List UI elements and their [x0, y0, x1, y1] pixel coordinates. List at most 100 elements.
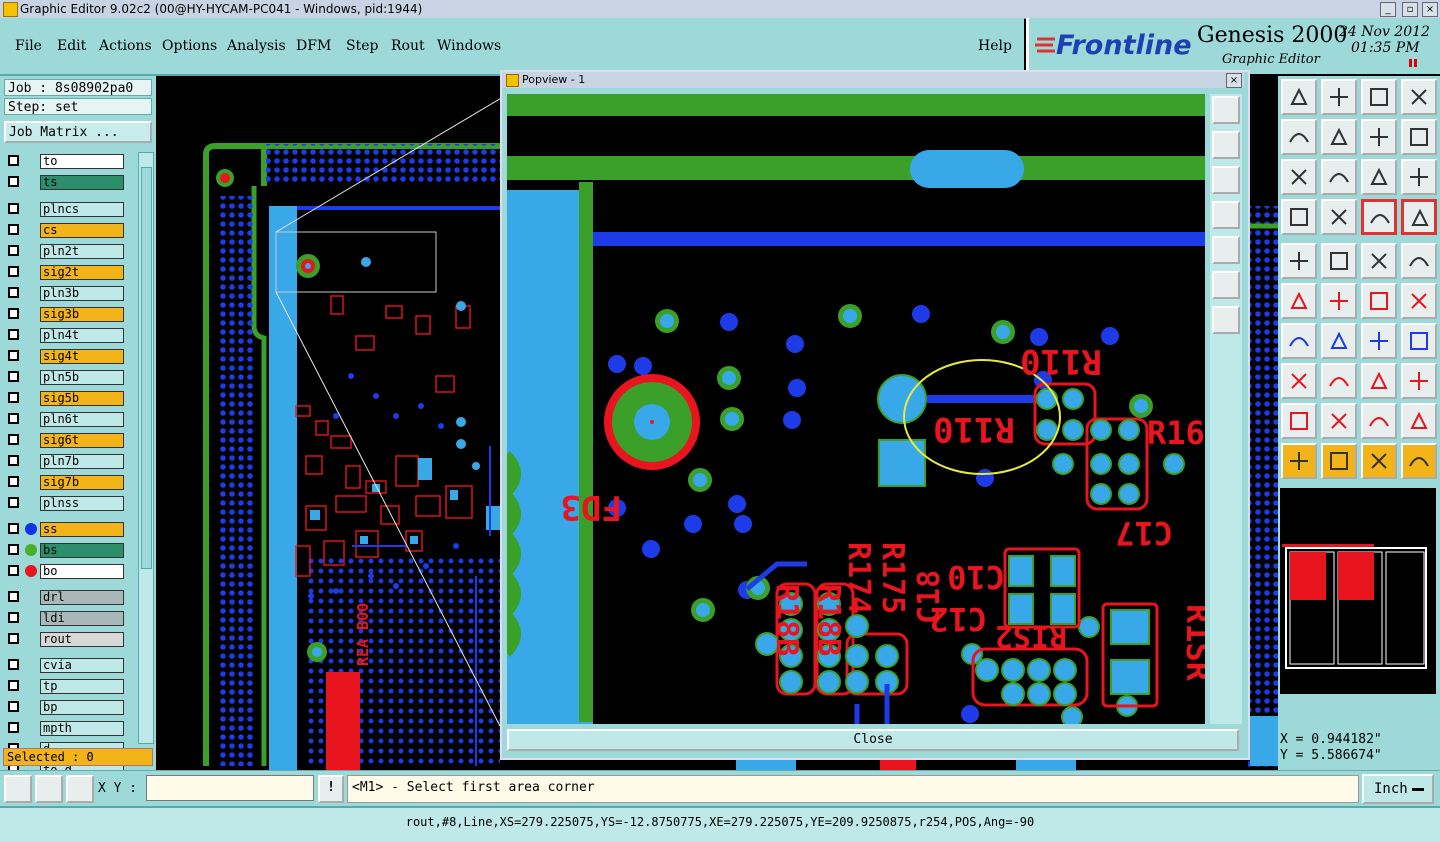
pcb-zoom-view[interactable]: FD3 R110 R110 C17 C10 C12 R18B R18B C18 …: [507, 94, 1205, 724]
layer-row[interactable]: cvia: [8, 658, 124, 673]
popview-pan-right-icon[interactable]: [1212, 236, 1240, 264]
layer-red-1-icon[interactable]: [1361, 199, 1397, 235]
layer-row[interactable]: to: [8, 154, 124, 169]
zoom-home-icon[interactable]: [1281, 79, 1317, 115]
zoom-previous-icon[interactable]: [1321, 79, 1357, 115]
layer-row[interactable]: pln5b: [8, 370, 124, 385]
angle-2-icon[interactable]: [1321, 403, 1357, 439]
zoom-board-icon[interactable]: [1361, 79, 1397, 115]
select-area-icon[interactable]: [1401, 243, 1437, 279]
line-draw-icon[interactable]: [1281, 323, 1317, 359]
grid-snap-icon[interactable]: [66, 775, 94, 803]
layer-row[interactable]: sig2t: [8, 265, 124, 280]
layer-name[interactable]: cs: [40, 223, 124, 238]
pointer-icon[interactable]: [1281, 443, 1317, 479]
layer-checkbox[interactable]: [8, 224, 19, 235]
layer-name[interactable]: sig7b: [40, 475, 124, 490]
layer-row[interactable]: cs: [8, 223, 124, 238]
popview-canvas[interactable]: FD3 R110 R110 C17 C10 C12 R18B R18B C18 …: [507, 94, 1205, 724]
minimize-button[interactable]: _: [1380, 2, 1396, 17]
layer-row[interactable]: sig6t: [8, 433, 124, 448]
center-icon[interactable]: [1321, 159, 1357, 195]
maximize-button[interactable]: ▫: [1402, 2, 1418, 17]
layer-name[interactable]: sig3b: [40, 307, 124, 322]
overview-map[interactable]: [1280, 488, 1436, 694]
snap-tools-icon[interactable]: [1281, 199, 1317, 235]
pick-box-icon[interactable]: [1281, 243, 1317, 279]
close-window-button[interactable]: ×: [1422, 2, 1438, 17]
overlap-icon[interactable]: [1401, 363, 1437, 399]
layer-name[interactable]: pln5b: [40, 370, 124, 385]
layer-checkbox[interactable]: [8, 308, 19, 319]
layer-checkbox[interactable]: [8, 350, 19, 361]
pointer-select-icon[interactable]: [1361, 443, 1397, 479]
layer-checkbox[interactable]: [8, 329, 19, 340]
layer-checkbox[interactable]: [8, 155, 19, 166]
layer-checkbox[interactable]: [8, 722, 19, 733]
menu-edit[interactable]: Edit: [57, 38, 86, 54]
layer-checkbox[interactable]: [8, 266, 19, 277]
layer-checkbox[interactable]: [8, 591, 19, 602]
popview-pan-left-icon[interactable]: [1212, 201, 1240, 229]
layer-name[interactable]: ts: [40, 175, 124, 190]
layer-checkbox[interactable]: [8, 544, 19, 555]
layer-row[interactable]: rout: [8, 632, 124, 647]
menu-windows[interactable]: Windows: [437, 38, 501, 54]
mirror-icon[interactable]: [1401, 119, 1437, 155]
layer-checkbox[interactable]: [8, 203, 19, 214]
layer-row[interactable]: pln6t: [8, 412, 124, 427]
line-red-icon[interactable]: [1321, 323, 1357, 359]
job-matrix-button[interactable]: Job Matrix ...: [4, 121, 152, 143]
menu-rout[interactable]: Rout: [391, 38, 425, 54]
menu-options[interactable]: Options: [162, 38, 217, 54]
popview-fit-icon[interactable]: [1212, 271, 1240, 299]
layer-name[interactable]: plncs: [40, 202, 124, 217]
pan-left-icon[interactable]: [1281, 119, 1317, 155]
angle-1-icon[interactable]: [1281, 403, 1317, 439]
layer-checkbox[interactable]: [8, 565, 19, 576]
layer-red-2-icon[interactable]: [1401, 199, 1437, 235]
layer-row[interactable]: pln7b: [8, 454, 124, 469]
layer-row[interactable]: pln2t: [8, 244, 124, 259]
rotate-pad-icon[interactable]: [1401, 283, 1437, 319]
popview-center-icon[interactable]: [1212, 306, 1240, 334]
cut-line-icon[interactable]: [1321, 363, 1357, 399]
layer-name[interactable]: drl: [40, 590, 124, 605]
popview-zoom-in-icon[interactable]: [1212, 96, 1240, 124]
drag-pad-icon[interactable]: [1361, 283, 1397, 319]
layer-checkbox[interactable]: [8, 245, 19, 256]
popview-close-button[interactable]: Close: [507, 729, 1239, 751]
layer-checkbox[interactable]: [8, 523, 19, 534]
layer-row[interactable]: sig4t: [8, 349, 124, 364]
add-feature-icon[interactable]: [1281, 363, 1317, 399]
arc-icon[interactable]: [1361, 323, 1397, 359]
layer-checkbox[interactable]: [8, 434, 19, 445]
popview-close-icon[interactable]: ×: [1226, 73, 1242, 88]
menu-analysis[interactable]: Analysis: [227, 38, 286, 54]
layer-name[interactable]: rout: [40, 632, 124, 647]
layer-checkbox[interactable]: [8, 680, 19, 691]
layer-row[interactable]: bo: [8, 564, 124, 579]
layer-checkbox[interactable]: [8, 287, 19, 298]
layer-name[interactable]: ldi: [40, 611, 124, 626]
zoom-area-icon[interactable]: [4, 775, 32, 803]
layer-checkbox[interactable]: [8, 476, 19, 487]
layer-row[interactable]: sig5b: [8, 391, 124, 406]
layer-checkbox[interactable]: [8, 413, 19, 424]
layer-name[interactable]: pln2t: [40, 244, 124, 259]
layer-checkbox[interactable]: [8, 455, 19, 466]
layer-checkbox[interactable]: [8, 701, 19, 712]
layer-row[interactable]: bs: [8, 543, 124, 558]
menu-help[interactable]: Help: [978, 38, 1012, 54]
layer-name[interactable]: ss: [40, 522, 124, 537]
layer-row[interactable]: plnss: [8, 496, 124, 511]
layer-name[interactable]: pln6t: [40, 412, 124, 427]
net-highlight-icon[interactable]: [1281, 283, 1317, 319]
xy-input[interactable]: [146, 775, 314, 801]
layer-row[interactable]: bp: [8, 700, 124, 715]
layer-scrollbar[interactable]: [138, 152, 154, 744]
layer-name[interactable]: bp: [40, 700, 124, 715]
help-query-icon[interactable]: [1401, 159, 1437, 195]
menu-step[interactable]: Step: [346, 38, 378, 54]
hatch-icon[interactable]: [1401, 323, 1437, 359]
